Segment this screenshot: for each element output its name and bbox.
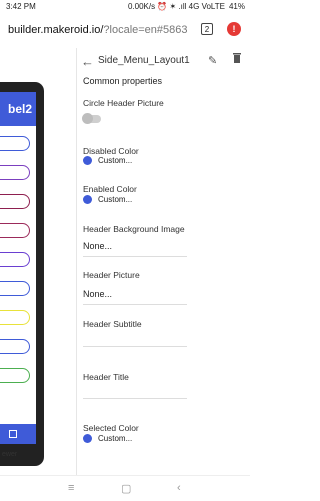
preview-menu-pill: [0, 165, 30, 180]
disabled-color-label: Disabled Color: [83, 146, 139, 156]
disabled-color-picker[interactable]: Custom...: [83, 156, 132, 165]
back-arrow-icon[interactable]: ←: [81, 54, 94, 69]
preview-menu-pill: [0, 252, 30, 267]
panel-header: ← Side_Menu_Layout1 ✎: [77, 48, 251, 74]
header-background-picker[interactable]: None...: [83, 241, 112, 251]
preview-menu-pill: [0, 310, 30, 325]
status-indicators: 0.00K/s ⏰ ✶ .ıll 4G VoLTE 41%: [128, 2, 245, 11]
circle-header-label: Circle Header Picture: [83, 98, 164, 108]
disabled-color-value: Custom...: [98, 156, 133, 165]
header-title-label: Header Title: [83, 372, 129, 382]
preview-header-label: bel2: [7, 102, 32, 116]
phone-mockup: bel2 c: [0, 82, 44, 466]
selected-color-swatch: [83, 434, 92, 443]
url-rest: ?locale=en#58637: [103, 24, 188, 36]
disabled-color-swatch: [83, 156, 92, 165]
header-picture-picker[interactable]: None...: [83, 289, 112, 299]
section-heading: Common properties: [83, 76, 163, 86]
android-nav-bar: ≡ ▢ ‹: [0, 475, 250, 501]
url-host: builder.makeroid.io/: [8, 24, 104, 36]
preview-menu-pill: [0, 223, 30, 238]
preview-menu-pill: [0, 194, 30, 209]
home-icon[interactable]: ▢: [121, 482, 131, 495]
header-picture-label: Header Picture: [83, 270, 140, 280]
battery-level: 41%: [228, 2, 245, 11]
trash-icon[interactable]: [233, 53, 241, 63]
header-background-label: Header Background Image: [83, 224, 185, 234]
enabled-color-value: Custom...: [98, 195, 133, 204]
browser-url-bar[interactable]: builder.makeroid.io/?locale=en#58637 2 !: [0, 14, 250, 49]
enabled-color-label: Enabled Color: [83, 184, 137, 194]
selected-color-value: Custom...: [98, 434, 133, 443]
divider: [83, 256, 187, 257]
header-subtitle-field[interactable]: [83, 346, 187, 347]
header-subtitle-label: Header Subtitle: [83, 319, 142, 329]
circle-header-toggle[interactable]: [82, 113, 101, 124]
preview-bottom-bar: [0, 424, 36, 444]
status-bar: 3:42 PM 0.00K/s ⏰ ✶ .ıll 4G VoLTE 41%: [0, 0, 250, 14]
header-title-field[interactable]: [83, 398, 187, 399]
selected-color-picker[interactable]: Custom...: [83, 434, 132, 443]
component-title: Side_Menu_Layout1: [98, 55, 190, 66]
square-icon: [9, 430, 17, 438]
selected-color-label: Selected Color: [83, 423, 139, 433]
tab-count-button[interactable]: 2: [201, 23, 213, 35]
enabled-color-swatch: [83, 195, 92, 204]
viewer-label: ewer: [2, 451, 18, 458]
network-indicators: 0.00K/s ⏰ ✶ .ıll 4G VoLTE: [127, 2, 225, 11]
status-time: 3:42 PM: [6, 2, 36, 11]
properties-panel: ← Side_Menu_Layout1 ✎ Common properties …: [76, 48, 251, 500]
preview-menu-pill: [0, 368, 30, 383]
menu-icon[interactable]: ≡: [68, 482, 74, 494]
preview-menu-pill: [0, 281, 30, 296]
back-icon[interactable]: ‹: [177, 482, 181, 494]
pencil-icon[interactable]: ✎: [208, 54, 217, 67]
enabled-color-picker[interactable]: Custom...: [83, 195, 132, 204]
preview-menu-pill: c: [0, 136, 30, 151]
preview-menu-pill: [0, 339, 30, 354]
phone-screen: bel2 c: [0, 92, 36, 444]
preview-header: bel2: [0, 92, 36, 126]
designer-preview-area: bel2 c ewer s: [0, 48, 76, 500]
url-field[interactable]: builder.makeroid.io/?locale=en#58637: [8, 24, 188, 36]
alert-icon[interactable]: !: [227, 22, 241, 36]
divider: [83, 304, 187, 305]
